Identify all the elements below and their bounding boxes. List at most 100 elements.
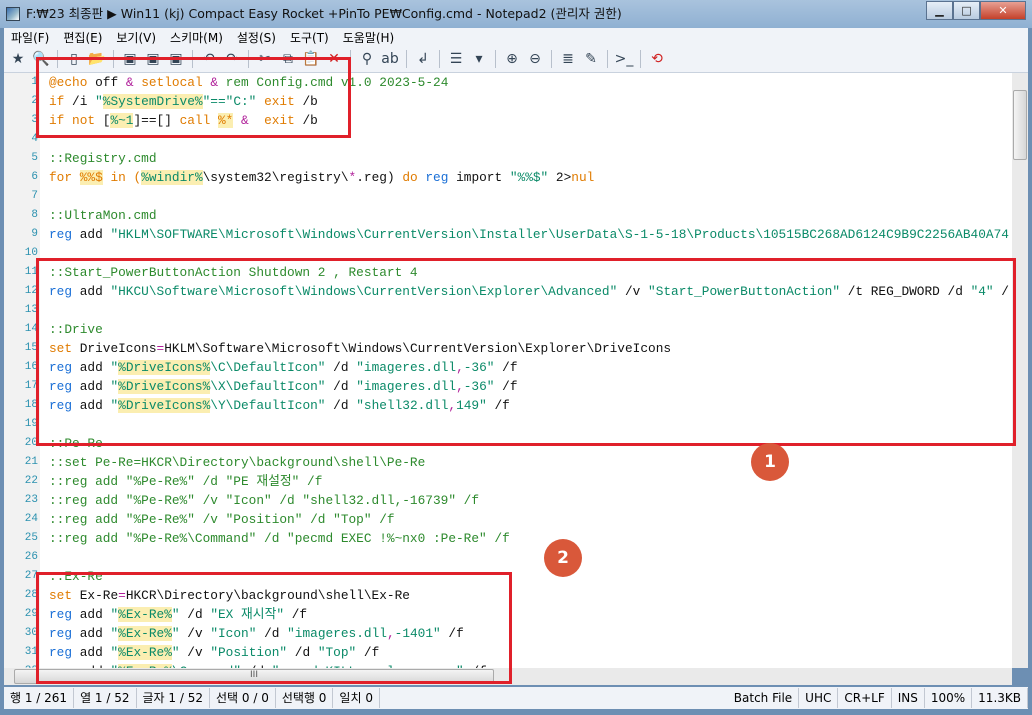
code-line: 26 [4, 548, 1012, 567]
line-number: 16 [24, 361, 38, 373]
line-number: 7 [31, 190, 38, 202]
window-title: F:₩23 최종판 ▶ Win11 (kj) Compact Easy Rock… [26, 6, 622, 21]
line-number: 1 [31, 76, 38, 88]
status-size: 11.3KB [972, 688, 1028, 708]
token-cmt: ::reg add "%Pe-Re%" /v "Icon" /d "shell3… [49, 493, 480, 508]
title-bar: F:₩23 최종판 ▶ Win11 (kj) Compact Easy Rock… [0, 0, 1032, 28]
token-cmt: ::set Pe-Re=HKCR\Directory\background\sh… [49, 455, 426, 470]
menu-item-3[interactable]: 스키마(M) [163, 28, 230, 46]
token-plain: .reg) [356, 170, 403, 185]
code-line: 21::set Pe-Re=HKCR\Directory\background\… [4, 453, 1012, 472]
status-line: 행 1 / 261 [4, 688, 75, 708]
line-number: 18 [24, 399, 38, 411]
token-cmd: reg [49, 227, 73, 242]
favorites-icon[interactable]: ★ [8, 49, 28, 69]
line-number: 11 [24, 266, 38, 278]
status-selected-lines: 선택행 0 [276, 688, 334, 708]
app-icon [6, 7, 20, 21]
close-button[interactable]: ✕ [980, 1, 1026, 20]
maximize-button[interactable]: □ [953, 1, 980, 20]
line-number: 20 [24, 437, 38, 449]
token-var: %windir% [141, 170, 203, 185]
line-number: 22 [24, 475, 38, 487]
token-kw: nul [571, 170, 595, 185]
menu-item-1[interactable]: 편집(E) [56, 28, 109, 46]
toolbar-separator [406, 50, 407, 68]
toolbar-separator [551, 50, 552, 68]
annotation-box-2 [36, 572, 512, 684]
line-code: ::reg add "%Pe-Re%" /v "Icon" /d "shell3… [49, 491, 479, 510]
replace-icon[interactable]: ab [380, 49, 400, 69]
toolbar-separator [439, 50, 440, 68]
token-str: "HKLM\SOFTWARE\Microsoft\Windows\Current… [110, 227, 1009, 242]
code-line: 25::reg add "%Pe-Re%\Command" /d "pecmd … [4, 529, 1012, 548]
annotation-box-header [36, 57, 351, 138]
line-number: 30 [24, 627, 38, 639]
status-eol[interactable]: CR+LF [838, 688, 892, 708]
line-number: 31 [24, 646, 38, 658]
scheme-config-icon[interactable]: ≣ [558, 49, 578, 69]
code-line: 24::reg add "%Pe-Re%" /v "Position" /d "… [4, 510, 1012, 529]
line-code: ::set Pe-Re=HKCR\Directory\background\sh… [49, 453, 425, 472]
status-bar: 행 1 / 261 열 1 / 52 글자 1 / 52 선택 0 / 0 선택… [4, 687, 1028, 709]
token-plain: \system32\registry\ [202, 170, 349, 185]
menu-item-0[interactable]: 파일(F) [4, 28, 56, 46]
console-icon[interactable]: >_ [614, 49, 634, 69]
menu-item-6[interactable]: 도움말(H) [336, 28, 402, 46]
line-number: 17 [24, 380, 38, 392]
annotation-box-1 [36, 258, 1016, 446]
code-line: 6 for %%$ in (%windir%\system32\registry\… [4, 168, 1012, 187]
line-number: 13 [24, 304, 38, 316]
line-number: 6 [31, 171, 38, 183]
token-kw: do [402, 170, 418, 185]
menu-item-5[interactable]: 도구(T) [283, 28, 336, 46]
line-number: 19 [24, 418, 38, 430]
zoom-in-icon[interactable]: ⊕ [502, 49, 522, 69]
token-kw: in [110, 170, 126, 185]
edit-scheme-icon[interactable]: ✎ [581, 49, 601, 69]
token-cmd: reg [425, 170, 449, 185]
line-code: reg add "HKLM\SOFTWARE\Microsoft\Windows… [49, 225, 1009, 244]
line-number: 15 [24, 342, 38, 354]
minimize-button[interactable]: ▁ [926, 1, 953, 20]
find-icon[interactable]: ⚲ [357, 49, 377, 69]
code-line: 22::reg add "%Pe-Re%" /d "PE 재설정" /f [4, 472, 1012, 491]
line-number: 14 [24, 323, 38, 335]
word-wrap-icon[interactable]: ↲ [413, 49, 433, 69]
exit-icon[interactable]: ⟲ [647, 49, 667, 69]
zoom-out-icon[interactable]: ⊖ [525, 49, 545, 69]
token-cmt: ::UltraMon.cmd [49, 208, 157, 223]
status-mode[interactable]: INS [892, 688, 925, 708]
code-line: 7 [4, 187, 1012, 206]
status-char: 글자 1 / 52 [137, 688, 210, 708]
line-number: 3 [31, 114, 38, 126]
line-number: 9 [31, 228, 38, 240]
token-cmt: ::reg add "%Pe-Re%" /v "Position" /d "To… [49, 512, 395, 527]
toolbar-separator [607, 50, 608, 68]
status-encoding[interactable]: UHC [799, 688, 839, 708]
code-line: 23::reg add "%Pe-Re%" /v "Icon" /d "shel… [4, 491, 1012, 510]
line-number: 25 [24, 532, 38, 544]
line-number: 5 [31, 152, 38, 164]
status-selection: 선택 0 / 0 [210, 688, 276, 708]
status-lexer[interactable]: Batch File [728, 688, 800, 708]
line-number: 23 [24, 494, 38, 506]
menu-item-4[interactable]: 설정(S) [230, 28, 283, 46]
menu-item-2[interactable]: 보기(V) [109, 28, 163, 46]
token-kw: ( [125, 170, 142, 185]
token-plain: add [72, 227, 111, 242]
vertical-scroll-thumb[interactable] [1013, 90, 1027, 160]
scheme-icon[interactable]: ☰ [446, 49, 466, 69]
status-zoom[interactable]: 100% [925, 688, 973, 708]
menu-bar: 파일(F) 편집(E) 보기(V) 스키마(M) 설정(S) 도구(T) 도움말(H) [4, 28, 1028, 46]
line-code: ::reg add "%Pe-Re%" /v "Position" /d "To… [49, 510, 395, 529]
token-plain: import [448, 170, 510, 185]
code-line: 5::Registry.cmd [4, 149, 1012, 168]
dropdown-icon[interactable]: ▾ [469, 49, 489, 69]
token-kw: for [49, 170, 73, 185]
line-number: 4 [31, 133, 38, 145]
line-number: 24 [24, 513, 38, 525]
code-line: 9 reg add "HKLM\SOFTWARE\Microsoft\Window… [4, 225, 1012, 244]
annotation-badge-2: 2 [544, 539, 582, 577]
